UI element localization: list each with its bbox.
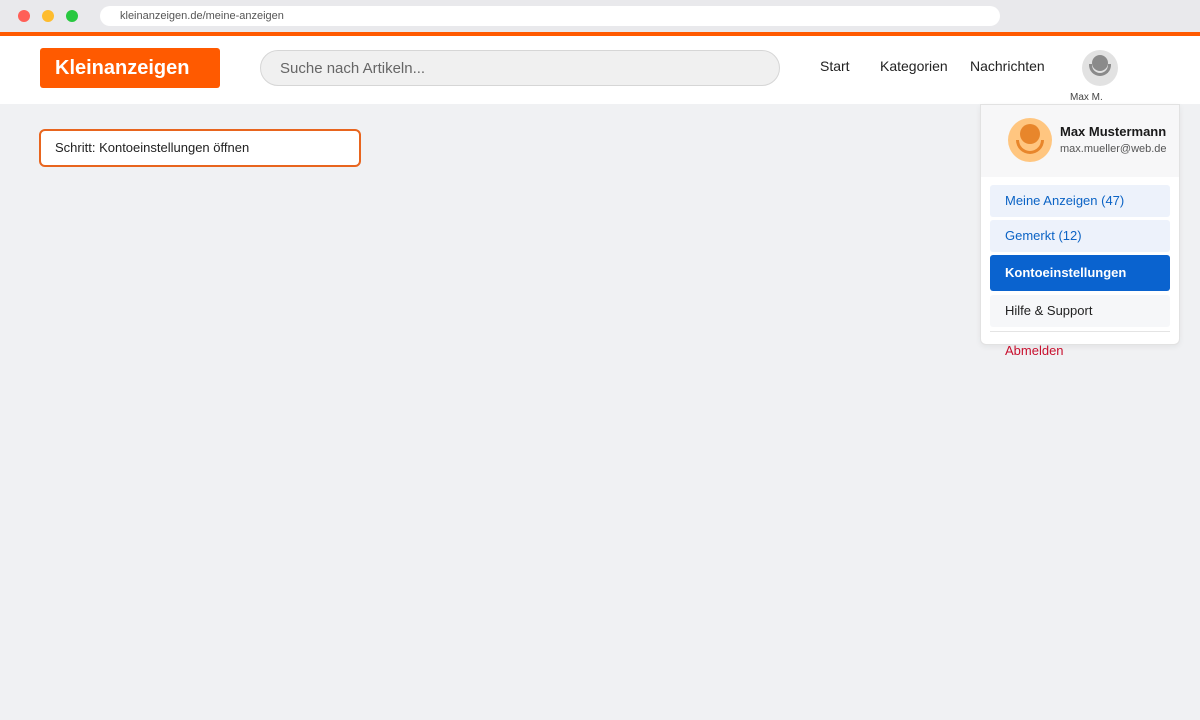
- nav-nachrichten[interactable]: Nachrichten: [970, 58, 1045, 74]
- user-email: max.mueller@web.de: [1060, 143, 1167, 155]
- user-dropdown-menu: Max Mustermann max.mueller@web.de Meine …: [980, 104, 1180, 345]
- step-indicator: Schritt: Kontoeinstellungen öffnen: [39, 129, 361, 167]
- menu-item-meine-anzeigen[interactable]: Meine Anzeigen (47): [990, 185, 1170, 217]
- close-window-icon[interactable]: [18, 10, 30, 22]
- nav-start[interactable]: Start: [820, 58, 850, 74]
- minimize-window-icon[interactable]: [42, 10, 54, 22]
- user-avatar-button[interactable]: [1082, 50, 1118, 86]
- nav-kategorien[interactable]: Kategorien: [880, 58, 948, 74]
- maximize-window-icon[interactable]: [66, 10, 78, 22]
- site-logo[interactable]: Kleinanzeigen: [40, 48, 220, 88]
- menu-divider: [990, 331, 1170, 332]
- logout-link[interactable]: Abmelden: [1005, 343, 1064, 358]
- avatar: [1008, 118, 1052, 162]
- user-icon-body: [1016, 140, 1044, 154]
- menu-item-gemerkt[interactable]: Gemerkt (12): [990, 220, 1170, 252]
- browser-chrome: kleinanzeigen.de/meine-anzeigen: [0, 0, 1200, 32]
- site-header: Kleinanzeigen Start Kategorien Nachricht…: [0, 32, 1200, 104]
- address-bar[interactable]: kleinanzeigen.de/meine-anzeigen: [100, 6, 1000, 26]
- menu-item-hilfe-support[interactable]: Hilfe & Support: [990, 295, 1170, 327]
- user-short-name: Max M.: [1070, 92, 1103, 103]
- dropdown-user-header: Max Mustermann max.mueller@web.de: [981, 105, 1179, 177]
- search-input[interactable]: [260, 50, 780, 86]
- user-icon-body: [1089, 64, 1111, 76]
- user-full-name: Max Mustermann: [1060, 124, 1167, 139]
- menu-item-kontoeinstellungen[interactable]: Kontoeinstellungen: [990, 255, 1170, 291]
